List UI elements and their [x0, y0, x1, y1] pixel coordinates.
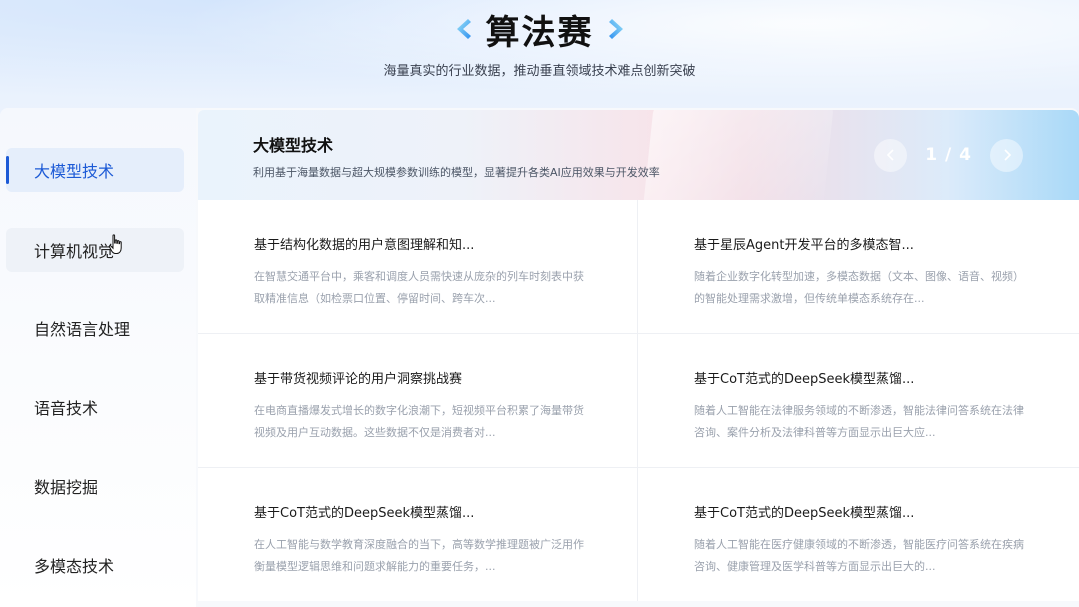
pager-prev-button[interactable] [874, 138, 908, 172]
sidebar-item-data-mining[interactable]: 数据挖掘 [6, 464, 184, 508]
chevron-left-icon [456, 19, 471, 39]
sidebar-item-nlp[interactable]: 自然语言处理 [6, 306, 184, 350]
competition-card[interactable]: 基于CoT范式的DeepSeek模型蒸馏... 在人工智能与数学教育深度融合的当… [198, 468, 636, 601]
competition-card[interactable]: 基于结构化数据的用户意图理解和知... 在智慧交通平台中，乘客和调度人员需快速从… [198, 200, 636, 333]
pager: 1 / 4 [874, 138, 1023, 172]
category-banner: 大模型技术 利用基于海量数据与超大规模参数训练的模型，显著提升各类AI应用效果与… [198, 110, 1079, 200]
sidebar-item-llm[interactable]: 大模型技术 [6, 148, 184, 192]
pager-indicator: 1 / 4 [925, 145, 972, 165]
page-header: 算法赛 海量真实的行业数据，推动垂直领域技术难点创新突破 [0, 0, 1079, 100]
competition-card[interactable]: 基于CoT范式的DeepSeek模型蒸馏... 随着人工智能在法律服务领域的不断… [638, 334, 1076, 467]
sidebar-item-multimodal[interactable]: 多模态技术 [6, 543, 184, 587]
title-row: 算法赛 [0, 6, 1079, 53]
page-subtitle: 海量真实的行业数据，推动垂直领域技术难点创新突破 [383, 64, 696, 79]
chevron-right-icon [608, 19, 623, 39]
card-title: 基于CoT范式的DeepSeek模型蒸馏... [254, 506, 475, 521]
card-title: 基于CoT范式的DeepSeek模型蒸馏... [694, 506, 915, 521]
card-description: 随着人工智能在医疗健康领域的不断渗透，智能医疗问答系统在疾病咨询、健康管理及医学… [694, 538, 1024, 573]
card-description: 随着企业数字化转型加速，多模态数据（文本、图像、语音、视频）的智能处理需求激增，… [694, 270, 1024, 305]
pager-next-button[interactable] [990, 138, 1023, 172]
page-title: 算法赛 [485, 12, 594, 53]
sidebar-item-label: 计算机视觉 [34, 242, 115, 261]
card-description: 在智慧交通平台中，乘客和调度人员需快速从庞杂的列车时刻表中获取精准信息（如检票口… [254, 270, 584, 305]
banner-description: 利用基于海量数据与超大规模参数训练的模型，显著提升各类AI应用效果与开发效率 [253, 166, 660, 179]
sidebar-item-speech[interactable]: 语音技术 [6, 385, 184, 429]
sidebar-item-label: 多模态技术 [34, 557, 115, 576]
banner-title: 大模型技术 [253, 136, 334, 155]
card-description: 随着人工智能在法律服务领域的不断渗透，智能法律问答系统在法律咨询、案件分析及法律… [694, 404, 1024, 439]
chevron-left-icon [886, 149, 894, 161]
sidebar-item-computer-vision[interactable]: 计算机视觉 [6, 228, 184, 272]
sidebar-item-label: 语音技术 [34, 399, 99, 418]
card-description: 在人工智能与数学教育深度融合的当下，高等数学推理题被广泛用作衡量模型逻辑思维和问… [254, 538, 584, 573]
grid-divider-horizontal [198, 333, 1079, 334]
competition-grid: 基于结构化数据的用户意图理解和知... 在智慧交通平台中，乘客和调度人员需快速从… [198, 200, 1079, 601]
card-title: 基于星辰Agent开发平台的多模态智... [694, 238, 914, 253]
competition-card[interactable]: 基于CoT范式的DeepSeek模型蒸馏... 随着人工智能在医疗健康领域的不断… [638, 468, 1076, 601]
card-title: 基于CoT范式的DeepSeek模型蒸馏... [694, 372, 915, 387]
category-sidebar: 大模型技术 计算机视觉 自然语言处理 语音技术 数据挖掘 多模态技术 [0, 108, 196, 607]
banner-decoration [641, 110, 835, 200]
card-title: 基于带货视频评论的用户洞察挑战赛 [254, 372, 463, 387]
grid-divider-vertical [637, 200, 638, 601]
sidebar-item-label: 自然语言处理 [34, 320, 131, 339]
competition-card[interactable]: 基于星辰Agent开发平台的多模态智... 随着企业数字化转型加速，多模态数据（… [638, 200, 1076, 333]
card-title: 基于结构化数据的用户意图理解和知... [254, 238, 475, 253]
grid-divider-horizontal [198, 467, 1079, 468]
sidebar-item-label: 大模型技术 [34, 162, 115, 181]
card-description: 在电商直播爆发式增长的数字化浪潮下，短视频平台积累了海量带货视频及用户互动数据。… [254, 404, 584, 439]
sidebar-item-label: 数据挖掘 [34, 478, 99, 497]
chevron-right-icon [1003, 149, 1011, 161]
competition-card[interactable]: 基于带货视频评论的用户洞察挑战赛 在电商直播爆发式增长的数字化浪潮下，短视频平台… [198, 334, 636, 467]
